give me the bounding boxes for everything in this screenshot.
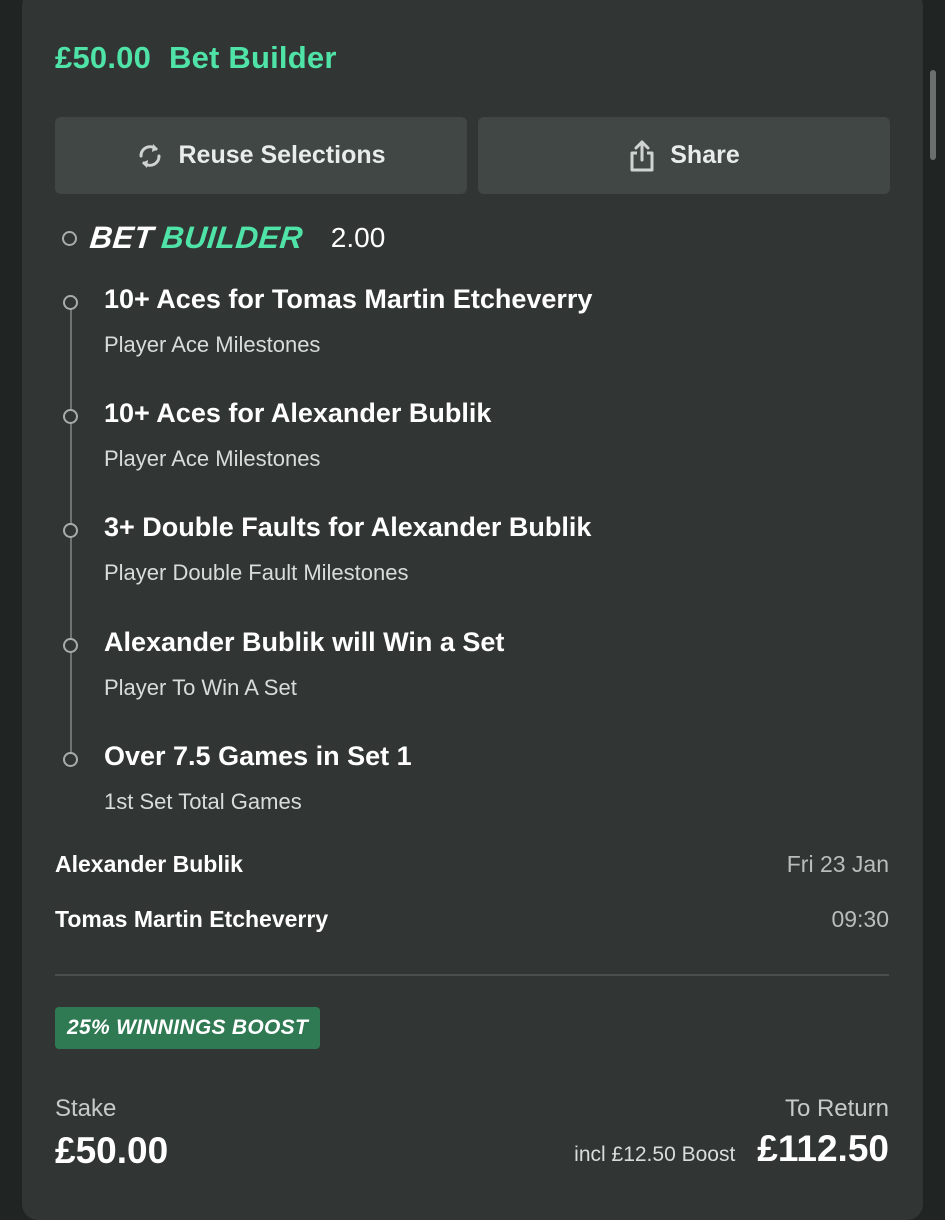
event-time: 09:30 — [831, 906, 889, 932]
reuse-selections-button[interactable]: Reuse Selections — [55, 117, 467, 194]
bet-builder-node-icon — [62, 230, 77, 246]
to-return-row: incl £12.50 Boost £112.50 — [574, 1128, 889, 1170]
selection-title: Alexander Bublik will Win a Set — [104, 627, 505, 657]
event-player-1: Alexander Bublik — [55, 851, 243, 877]
event-player-2: Tomas Martin Etcheverry — [55, 906, 329, 932]
event-date: Fri 23 Jan — [786, 851, 889, 877]
selection-node-icon — [63, 295, 78, 310]
selection-node-icon — [63, 409, 78, 424]
selection-title: 10+ Aces for Alexander Bublik — [104, 398, 492, 428]
winnings-boost-badge: 25% WINNINGS BOOST — [55, 1007, 321, 1049]
stake-label: Stake — [55, 1095, 117, 1122]
boost-included-note: incl £12.50 Boost — [574, 1143, 736, 1166]
bet-builder-logo: BET BUILDER — [88, 220, 305, 256]
share-label: Share — [670, 141, 740, 169]
event-row-2: Tomas Martin Etcheverry 09:30 — [55, 906, 889, 933]
stake-value: £50.00 — [55, 1130, 169, 1171]
selection-node-icon — [63, 523, 78, 538]
selection-node-icon — [63, 752, 78, 767]
divider — [55, 974, 889, 976]
share-button[interactable]: Share — [478, 117, 890, 194]
selection-title: 10+ Aces for Tomas Martin Etcheverry — [104, 284, 593, 314]
share-icon — [630, 140, 654, 171]
event-row-1: Alexander Bublik Fri 23 Jan — [55, 851, 889, 878]
to-return-label: To Return — [784, 1095, 889, 1122]
selection-title: Over 7.5 Games in Set 1 — [104, 741, 412, 771]
selection-title: 3+ Double Faults for Alexander Bublik — [104, 512, 592, 542]
reuse-selections-label: Reuse Selections — [178, 141, 386, 169]
selection-market: Player Ace Milestones — [104, 446, 321, 471]
bet-builder-row: BET BUILDER 2.00 — [62, 218, 385, 258]
selection-node-icon — [63, 638, 78, 653]
logo-word-bet: BET — [88, 220, 156, 255]
selection-market: 1st Set Total Games — [104, 789, 302, 814]
selection-market: Player Double Fault Milestones — [104, 560, 409, 585]
bet-stake-amount: £50.00 — [55, 40, 152, 75]
bet-builder-odds: 2.00 — [330, 222, 386, 253]
bet-header: £50.00 Bet Builder — [55, 40, 337, 76]
to-return-value: £112.50 — [757, 1128, 889, 1169]
selection-market: Player To Win A Set — [104, 675, 297, 700]
logo-word-builder: BUILDER — [159, 220, 305, 255]
scrollbar[interactable] — [930, 70, 936, 160]
bet-type-label: Bet Builder — [169, 40, 337, 75]
refresh-icon — [139, 143, 161, 168]
selection-market: Player Ace Milestones — [104, 332, 321, 357]
